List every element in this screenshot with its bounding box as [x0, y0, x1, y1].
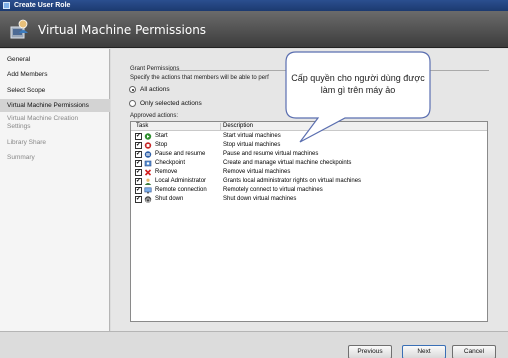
create-user-role-window: Create User Role Virtual Machine Permiss…	[0, 0, 508, 358]
callout-text: Cấp quyền cho người dùng được làm gì trê…	[291, 73, 425, 95]
wizard-footer: Previous Next Cancel	[0, 331, 508, 358]
next-button[interactable]: Next	[402, 345, 446, 358]
callout-bubble	[285, 51, 431, 143]
previous-button[interactable]: Previous	[348, 345, 392, 358]
cancel-button[interactable]: Cancel	[452, 345, 496, 358]
